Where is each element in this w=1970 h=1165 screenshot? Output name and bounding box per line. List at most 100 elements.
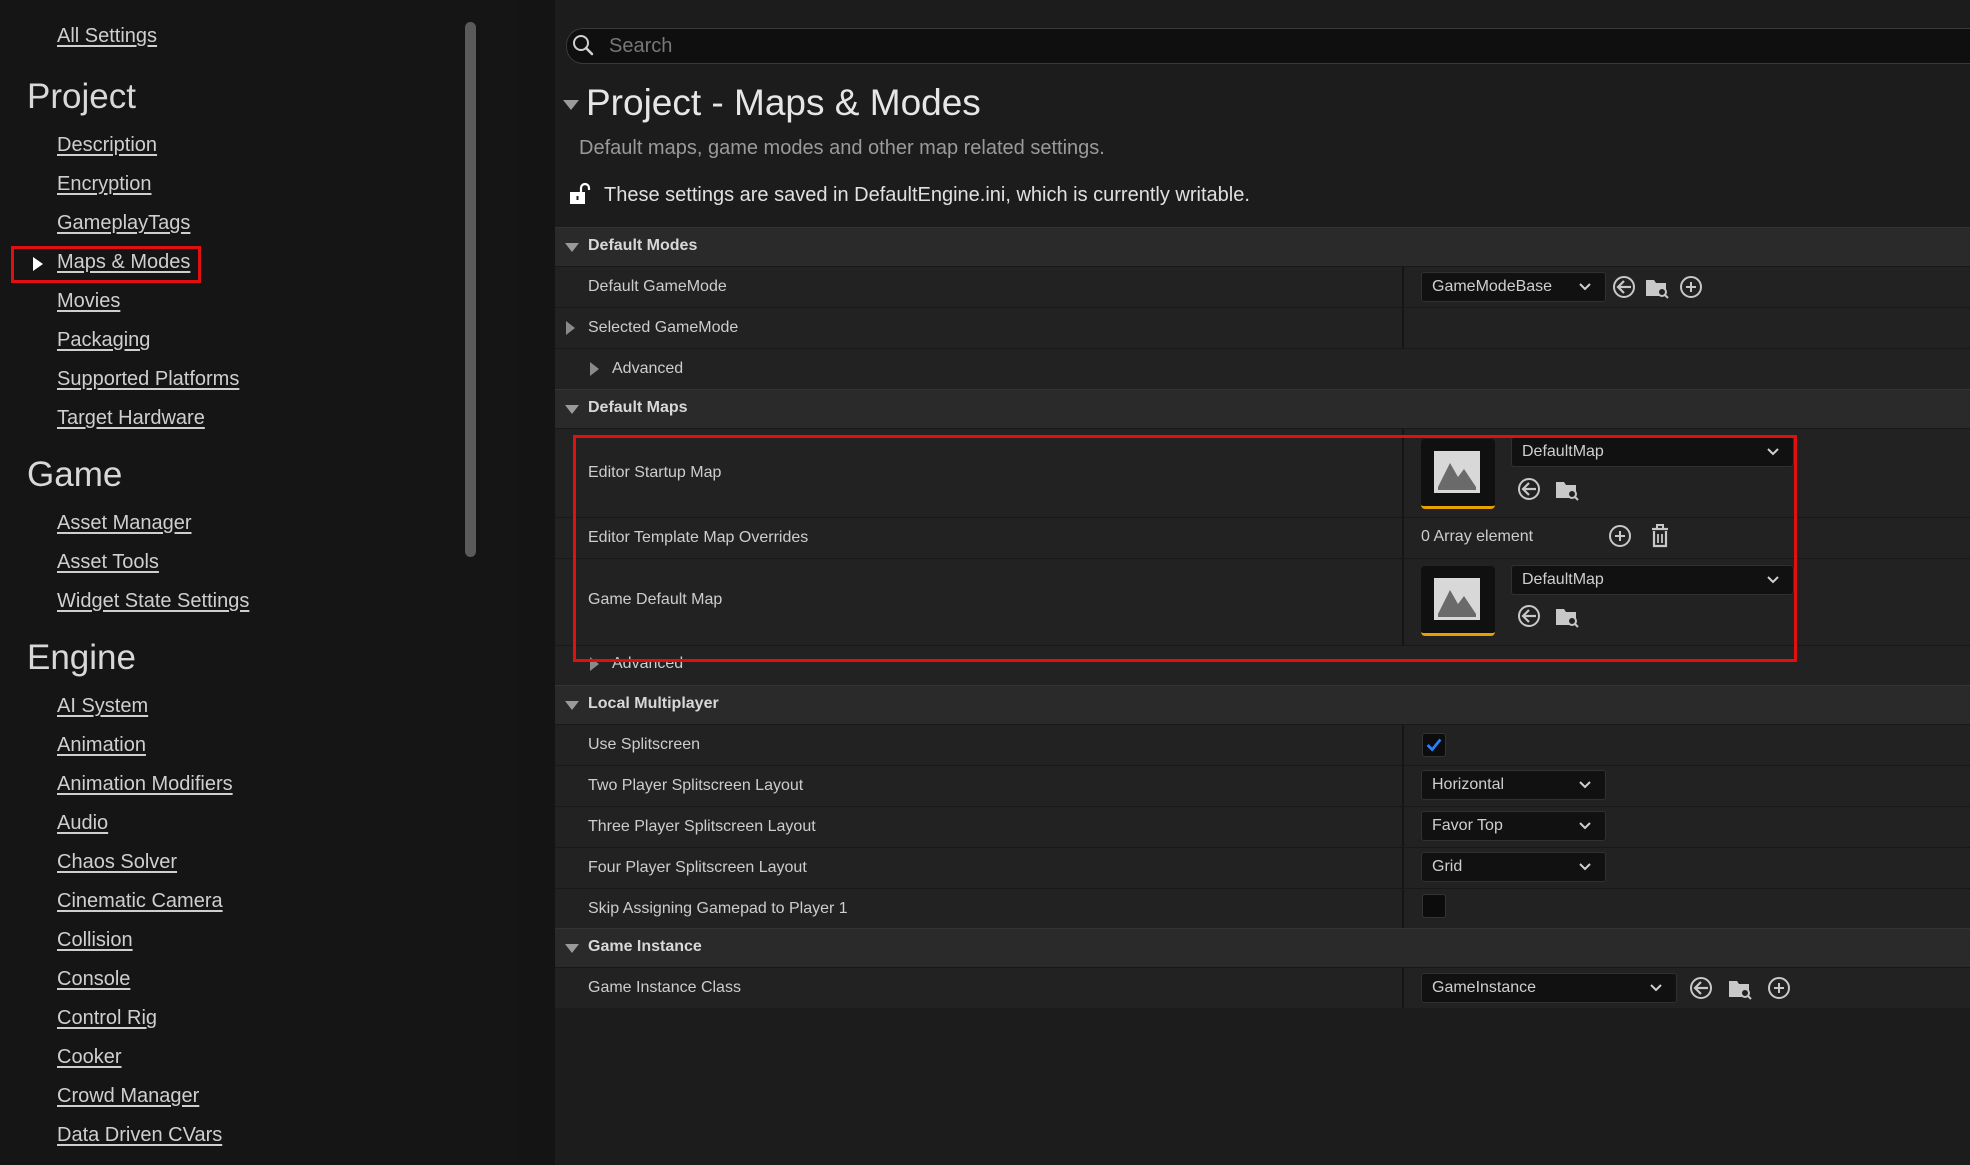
row-default-gamemode: Default GameMode [555,266,1970,307]
four-player-layout-dropdown[interactable]: Grid [1421,852,1606,882]
property-label: Use Splitscreen [588,736,701,753]
row-game-instance-class: Game Instance Class [555,967,1970,1008]
sidebar-item-cooker[interactable]: Cooker [57,1046,121,1069]
checkmark-icon [1426,738,1442,752]
collapse-title-icon[interactable] [563,100,579,110]
chevron-down-icon [1579,781,1591,789]
expand-arrow-icon [566,321,575,335]
dropdown-value: Grid [1432,858,1463,875]
row-use-splitscreen: Use Splitscreen [555,724,1970,765]
sidebar-item-encryption[interactable]: Encryption [57,173,152,196]
property-label: Four Player Splitscreen Layout [588,859,807,876]
sidebar-item-control-rig[interactable]: Control Rig [57,1007,157,1030]
property-label: Three Player Splitscreen Layout [588,818,816,835]
chevron-down-icon [1650,984,1662,992]
column-divider[interactable] [1402,848,1404,888]
sidebar-item-audio[interactable]: Audio [57,812,108,835]
column-divider[interactable] [1402,807,1404,847]
sidebar-item-gameplaytags[interactable]: GameplayTags [57,212,190,235]
sidebar-scrollbar[interactable] [465,22,476,557]
section-title: Default Maps [588,399,688,416]
column-divider[interactable] [1402,725,1404,765]
section-title: Local Multiplayer [588,695,719,712]
panel-splitter[interactable] [518,0,555,1165]
sidebar-item-console[interactable]: Console [57,968,130,991]
page-subtitle: Default maps, game modes and other map r… [579,137,1105,159]
property-label: Two Player Splitscreen Layout [588,777,804,794]
dropdown-value: GameModeBase [1432,278,1553,295]
page-title: Project - Maps & Modes [586,82,981,123]
sidebar-item-maps-modes[interactable]: Maps & Modes [57,251,190,274]
property-label: Skip Assigning Gamepad to Player 1 [588,900,848,917]
use-selected-asset-icon[interactable] [1688,975,1714,1001]
sidebar-item-collision[interactable]: Collision [57,929,133,952]
add-new-icon[interactable] [1678,274,1704,300]
chevron-down-icon [1579,283,1591,291]
sidebar-category-project: Project [27,77,136,116]
column-divider[interactable] [1402,267,1404,307]
sidebar-item-movies[interactable]: Movies [57,290,120,313]
use-selected-asset-icon[interactable] [1611,274,1637,300]
section-default-modes[interactable]: Default Modes [555,227,1970,266]
default-maps-highlight [573,435,1797,662]
sidebar-category-game: Game [27,455,123,494]
sidebar-item-cinematic-camera[interactable]: Cinematic Camera [57,890,223,913]
property-label: Selected GameMode [588,319,739,336]
row-three-player-layout: Three Player Splitscreen Layout [555,806,1970,847]
property-label: Advanced [612,360,684,377]
row-two-player-layout: Two Player Splitscreen Layout [555,765,1970,806]
three-player-layout-dropdown[interactable]: Favor Top [1421,811,1606,841]
collapse-arrow-icon [565,405,579,414]
section-game-instance[interactable]: Game Instance [555,928,1970,967]
column-divider[interactable] [1402,308,1404,348]
use-splitscreen-checkbox[interactable] [1422,733,1446,757]
dropdown-value: GameInstance [1432,979,1537,996]
row-skip-gamepad: Skip Assigning Gamepad to Player 1 [555,888,1970,929]
property-label: Default GameMode [588,278,727,295]
section-local-multiplayer[interactable]: Local Multiplayer [555,685,1970,724]
search-icon [573,35,594,56]
sidebar-all-settings[interactable]: All Settings [57,25,157,48]
sidebar-item-packaging[interactable]: Packaging [57,329,150,352]
collapse-arrow-icon [565,701,579,710]
sidebar-item-animation[interactable]: Animation [57,734,146,757]
default-gamemode-dropdown[interactable]: GameModeBase [1421,272,1606,302]
row-four-player-layout: Four Player Splitscreen Layout [555,847,1970,888]
sidebar-category-engine: Engine [27,638,136,677]
skip-gamepad-checkbox[interactable] [1422,894,1446,918]
sidebar-item-target-hardware[interactable]: Target Hardware [57,407,205,430]
column-divider[interactable] [1402,889,1404,929]
section-title: Game Instance [588,938,702,955]
section-default-maps[interactable]: Default Maps [555,389,1970,428]
column-divider[interactable] [1402,968,1404,1008]
sidebar-item-asset-manager[interactable]: Asset Manager [57,512,192,535]
two-player-layout-dropdown[interactable]: Horizontal [1421,770,1606,800]
sidebar-item-supported-platforms[interactable]: Supported Platforms [57,368,239,391]
browse-folder-icon[interactable] [1727,975,1753,1001]
sidebar-item-ai-system[interactable]: AI System [57,695,148,718]
game-instance-class-dropdown[interactable]: GameInstance [1421,973,1677,1003]
chevron-down-icon [1579,863,1591,871]
sidebar-item-crowd-manager[interactable]: Crowd Manager [57,1085,199,1108]
sidebar-item-description[interactable]: Description [57,134,157,157]
dropdown-value: Favor Top [1432,817,1503,834]
search-input[interactable] [607,31,1911,61]
sidebar-item-widget-state-settings[interactable]: Widget State Settings [57,590,249,613]
browse-folder-icon[interactable] [1644,274,1670,300]
sidebar-item-chaos-solver[interactable]: Chaos Solver [57,851,177,874]
expand-arrow-icon [33,257,43,271]
expand-arrow-icon [590,362,599,376]
row-advanced-modes[interactable]: Advanced [555,348,1970,389]
collapse-arrow-icon [565,243,579,252]
column-divider[interactable] [1402,766,1404,806]
sidebar-item-data-driven-cvars[interactable]: Data Driven CVars [57,1124,222,1147]
collapse-arrow-icon [565,944,579,953]
sidebar-item-asset-tools[interactable]: Asset Tools [57,551,159,574]
settings-sidebar: All Settings Project Description Encrypt… [0,0,518,1165]
add-new-icon[interactable] [1766,975,1792,1001]
unlock-icon [570,182,591,204]
row-selected-gamemode[interactable]: Selected GameMode [555,307,1970,348]
section-title: Default Modes [588,237,698,254]
dropdown-value: Horizontal [1432,776,1505,793]
sidebar-item-animation-modifiers[interactable]: Animation Modifiers [57,773,233,796]
